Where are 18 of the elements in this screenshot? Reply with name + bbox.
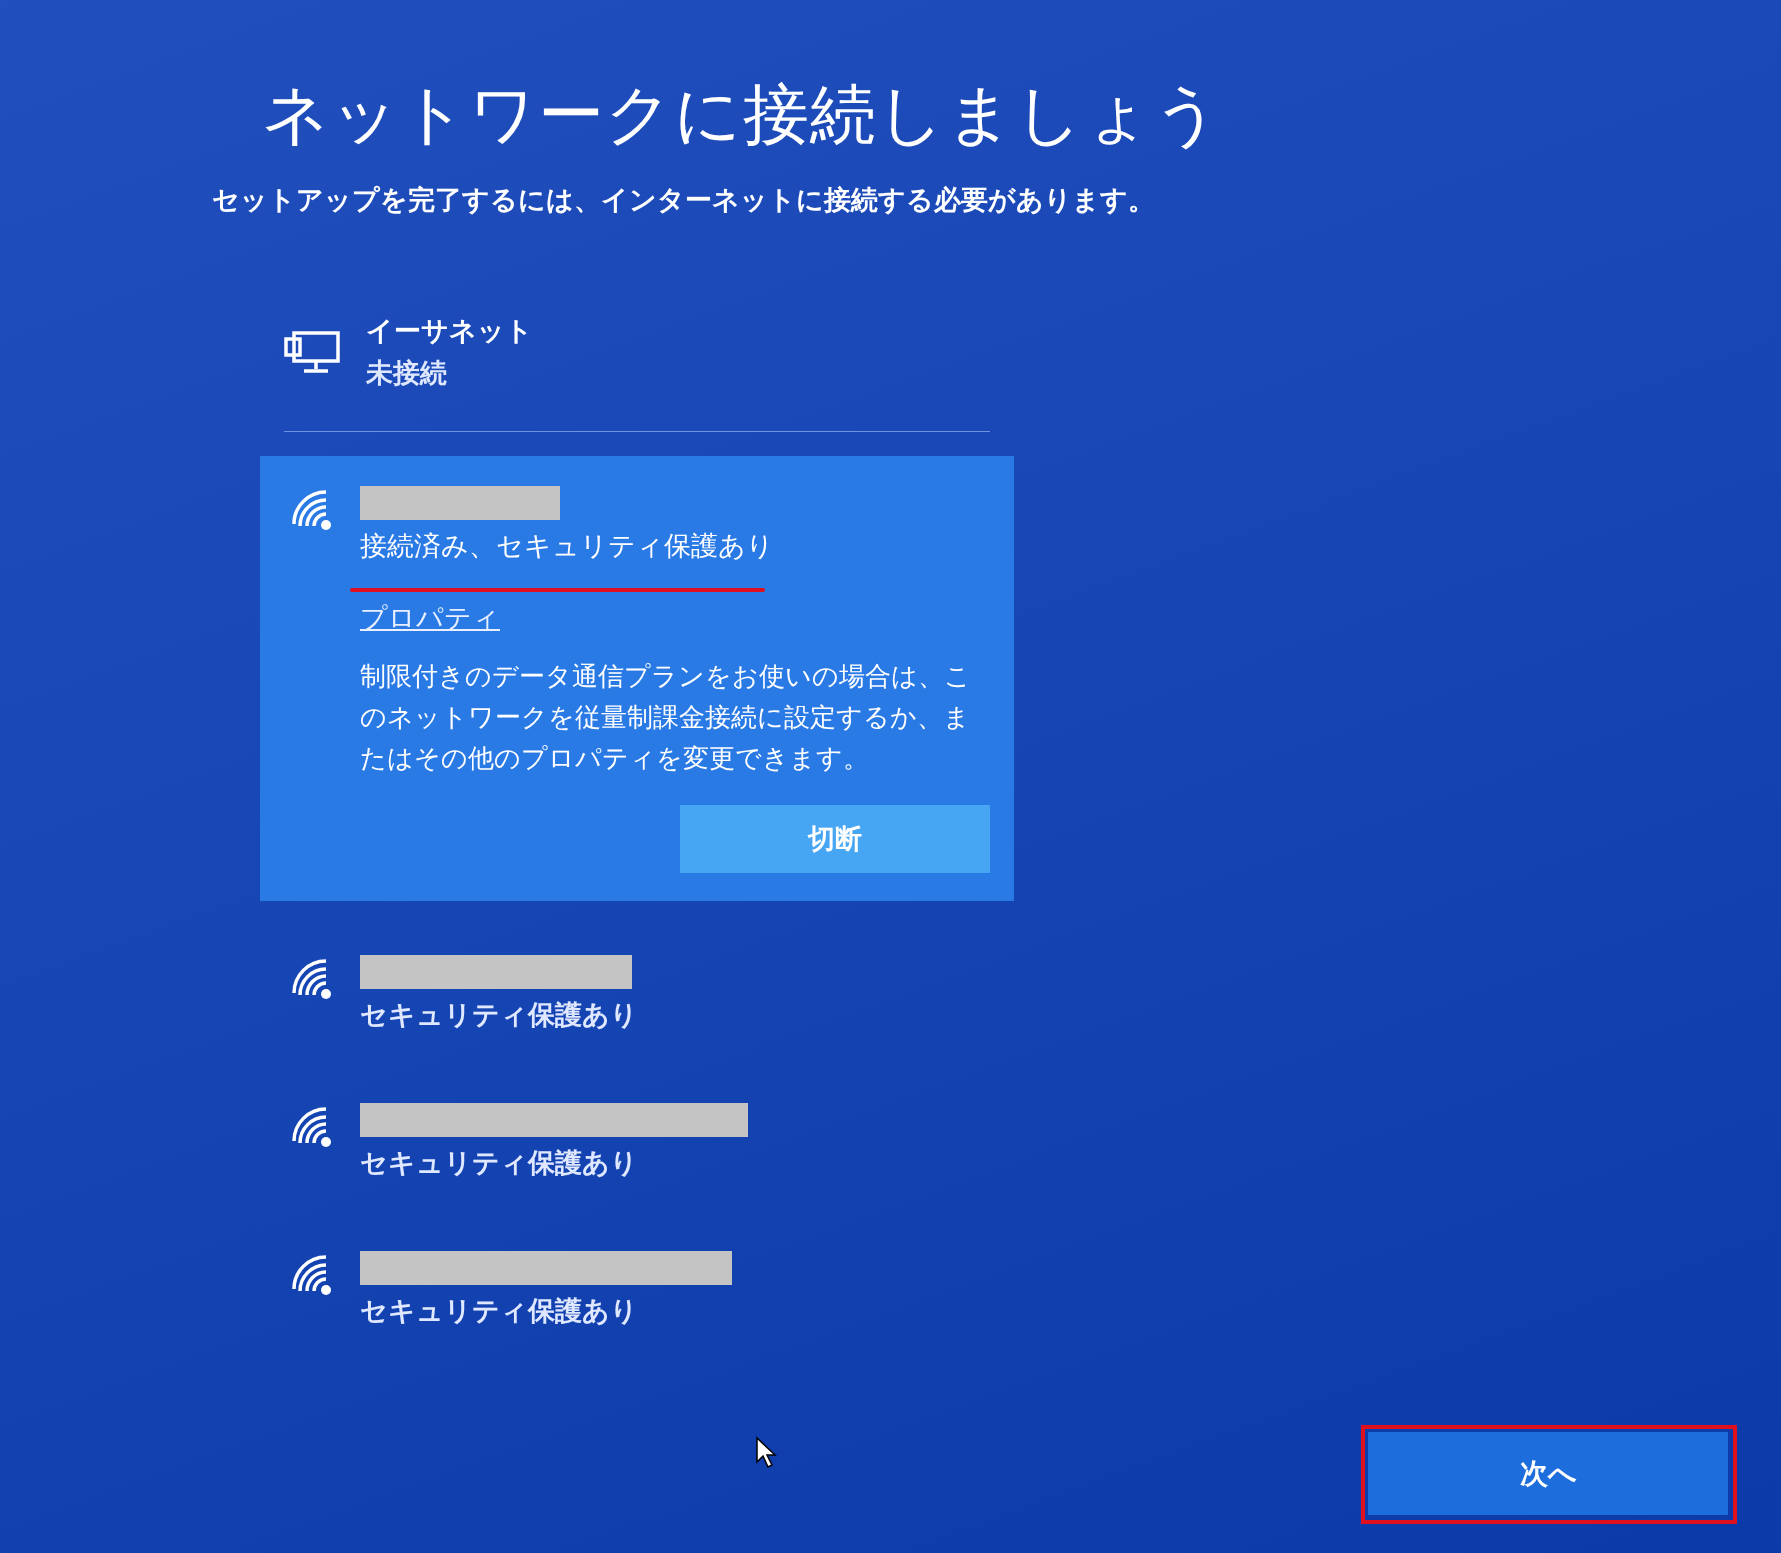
page-subtitle: セットアップを完了するには、インターネットに接続する必要があります。 <box>212 183 1156 217</box>
network-status: 未接続 <box>366 356 448 390</box>
network-status: セキュリティ保護あり <box>360 1146 639 1180</box>
next-button[interactable]: 次へ <box>1368 1432 1728 1515</box>
disconnect-button[interactable]: 切断 <box>680 805 990 873</box>
network-status: 接続済み、セキュリティ保護あり <box>360 529 775 563</box>
network-item[interactable]: セキュリティ保護あり <box>260 925 1014 1063</box>
network-status: セキュリティ保護あり <box>360 998 639 1032</box>
ethernet-icon <box>284 329 342 375</box>
network-description: 制限付きのデータ通信プランをお使いの場合は、このネットワークを従量制課金接続に設定するか、またはその他のプロパティを変更できます。 <box>360 660 972 775</box>
page-title: ネットワークに接続しましょう <box>262 75 1223 155</box>
network-name: イーサネット <box>366 314 533 348</box>
network-item[interactable]: セキュリティ保護あり <box>260 1073 1014 1211</box>
network-item[interactable]: セキュリティ保護あり <box>260 1221 1014 1359</box>
properties-link[interactable]: プロパティ <box>360 600 500 636</box>
mouse-pointer-icon <box>755 1436 777 1470</box>
network-status: セキュリティ保護あり <box>360 1294 639 1328</box>
selected-network-card[interactable]: 接続済み、セキュリティ保護あり プロパティ 制限付きのデータ通信プランをお使いの場合は、このネットワークを従量制課金接続に設定するか、またはその他のプロパティを変更できます。 切断 <box>260 456 1014 901</box>
